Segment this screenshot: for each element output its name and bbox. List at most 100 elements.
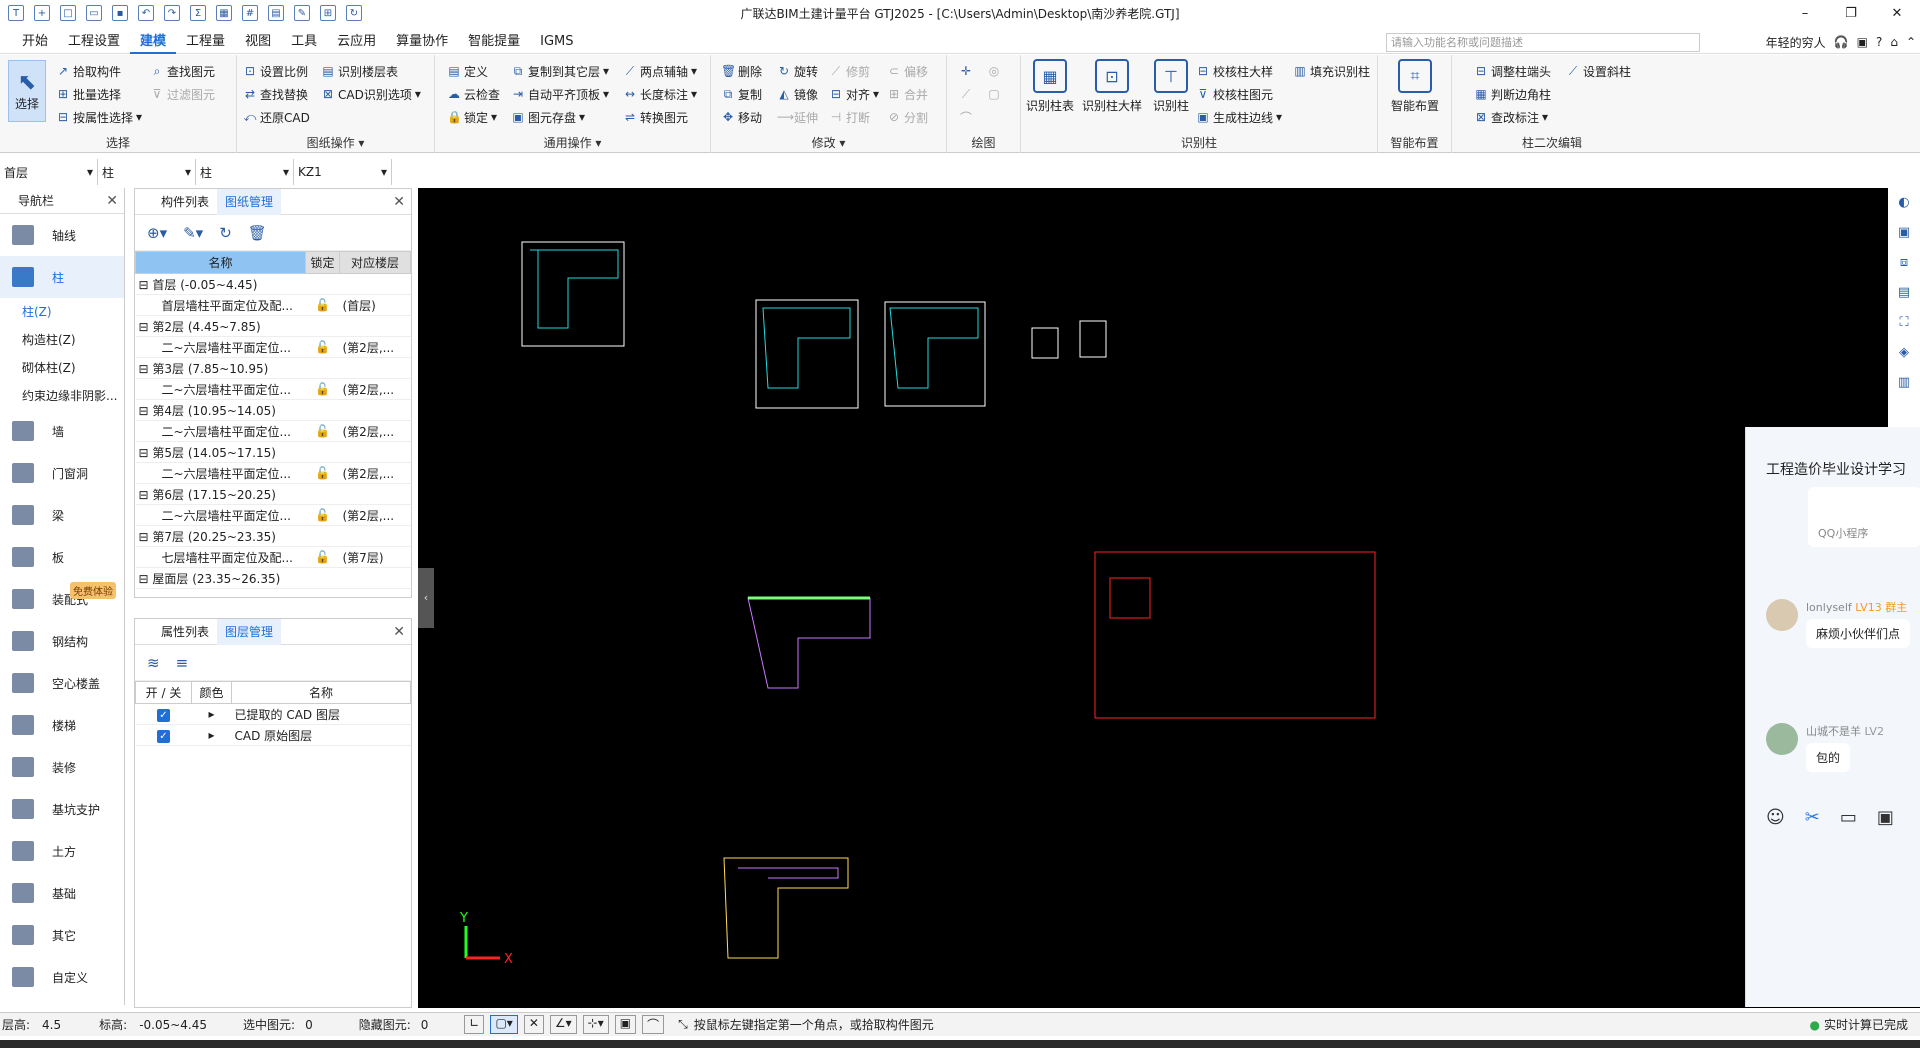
layer-view-icon[interactable]: ◈	[1888, 338, 1920, 368]
nav-item-column[interactable]: 柱	[0, 256, 124, 298]
rect-draw-button[interactable]: ▢	[987, 84, 1001, 104]
drawing-row[interactable]: 二~六层墙柱平面定位... 🔓 (第2层,...	[135, 378, 411, 400]
category-select[interactable]: 柱 ▾	[98, 159, 196, 185]
scissors-icon[interactable]: ✂	[1805, 807, 1820, 828]
close-icon[interactable]: ✕	[106, 193, 118, 209]
recognize-floor-table-button[interactable]: ▤ 识别楼层表	[321, 61, 398, 81]
pick-mode-icon[interactable]: ▣	[614, 1015, 637, 1034]
drawing-row[interactable]: 二~六层墙柱平面定位... 🔓 (第2层,...	[135, 462, 411, 484]
two-point-axis-button[interactable]: ⟋ 两点辅轴 ▾	[623, 61, 697, 81]
save-element-button[interactable]: ▣ 图元存盘 ▾	[511, 107, 585, 127]
select-by-attr-button[interactable]: ⊟ 按属性选择 ▾	[56, 107, 142, 127]
image-icon[interactable]: ▣	[1877, 807, 1894, 828]
menu-smart-extract[interactable]: 智能提量	[458, 30, 530, 54]
redo-icon[interactable]: ↷	[164, 5, 180, 21]
tab-component-list[interactable]: 构件列表	[153, 189, 217, 215]
checkbox-checked-icon[interactable]: ✓	[157, 729, 170, 743]
arc-mode-icon[interactable]: ⌒	[642, 1015, 665, 1034]
nav-item-hollow-floor[interactable]: 空心楼盖	[0, 662, 124, 704]
trim-button[interactable]: ⟋ 修剪	[829, 61, 870, 81]
find-element-button[interactable]: ⌕ 查找图元	[150, 61, 215, 81]
unlock-icon[interactable]: 🔓	[305, 294, 340, 316]
offset-button[interactable]: ⊂ 偏移	[887, 61, 928, 81]
orbit-icon[interactable]: ◐	[1888, 188, 1920, 218]
menu-cloud[interactable]: 云应用	[327, 30, 386, 54]
new-icon[interactable]: +	[34, 5, 50, 21]
floor-group-row[interactable]: ⊟ 第3层 (7.85~10.95)	[135, 357, 411, 379]
report-icon[interactable]: ▦	[216, 5, 232, 21]
menu-project-settings[interactable]: 工程设置	[58, 30, 130, 54]
snap-icon[interactable]: ⊹▾	[582, 1015, 609, 1034]
rect-select-icon[interactable]: ▢▾	[490, 1015, 518, 1034]
unlock-icon[interactable]: 🔓	[305, 378, 340, 400]
app-logo-icon[interactable]: T	[8, 5, 24, 21]
nav-item-prefab[interactable]: 装配式 免费体验	[0, 578, 124, 620]
drawing-row[interactable]: 七层墙柱平面定位及配... 🔓 (第7层)	[135, 546, 411, 568]
nav-item-door-window[interactable]: 门窗洞	[0, 452, 124, 494]
delete-drawing-icon[interactable]: 🗑	[248, 224, 267, 242]
nav-item-custom[interactable]: 自定义	[0, 956, 124, 998]
help-icon[interactable]: ?	[1876, 35, 1882, 49]
report-view-icon[interactable]: ▥	[1888, 368, 1920, 398]
rotate-button[interactable]: ↻ 旋转	[777, 61, 818, 81]
unlock-icon[interactable]: 🔓	[305, 504, 340, 526]
fill-recognize-button[interactable]: ▥ 填充识别柱	[1293, 61, 1370, 81]
menu-start[interactable]: 开始	[12, 30, 58, 54]
folder-icon[interactable]: ▭	[1840, 807, 1857, 828]
cube-icon[interactable]: ⧈	[1888, 248, 1920, 278]
floor-select[interactable]: 首层 ▾	[0, 159, 98, 185]
cad-canvas[interactable]: Y X ‹	[418, 188, 1920, 1008]
cad-options-button[interactable]: ⊠ CAD识别选项 ▾	[321, 84, 421, 104]
nav-item-foundation[interactable]: 基础	[0, 872, 124, 914]
extend-button[interactable]: ⟶ 延伸	[777, 107, 818, 127]
drawing-row[interactable]: 首层墙柱平面定位及配... 🔓 (首层)	[135, 294, 411, 316]
gen-column-edge-button[interactable]: ▣ 生成柱边线 ▾	[1196, 107, 1282, 127]
headset-icon[interactable]: 🎧	[1834, 35, 1849, 49]
set-slant-column-button[interactable]: ⟋ 设置斜柱	[1566, 61, 1631, 81]
arc-draw-button[interactable]: ⌒	[959, 107, 973, 127]
layer-hide-icon[interactable]: ≡	[176, 654, 189, 672]
mirror-button[interactable]: ◭ 镜像	[777, 84, 818, 104]
move-button[interactable]: ✥ 移动	[721, 107, 762, 127]
edit-drawing-icon[interactable]: ✎▾	[183, 224, 203, 242]
smart-layout-button[interactable]: ⌗ 智能布置	[1386, 59, 1444, 114]
file-icon[interactable]: □	[60, 5, 76, 21]
col-floor[interactable]: 对应楼层	[339, 251, 411, 274]
ruler-icon[interactable]: ⊞	[320, 5, 336, 21]
collapse-icon[interactable]: ⊟	[139, 278, 153, 292]
ortho-icon[interactable]: ∟	[464, 1015, 485, 1034]
layer-show-icon[interactable]: ≋	[147, 654, 160, 672]
type-select[interactable]: 柱 ▾	[196, 159, 294, 185]
nav-item-pit-support[interactable]: 基坑支护	[0, 788, 124, 830]
print-icon[interactable]: ▣	[1857, 35, 1868, 49]
close-icon[interactable]: ✕	[1874, 0, 1920, 26]
mini-program-card[interactable]: QQ小程序	[1808, 487, 1920, 547]
recognize-column-table-button[interactable]: ▦ 识别柱表	[1025, 59, 1075, 114]
tab-layer-management[interactable]: 图层管理	[217, 618, 282, 645]
undo-icon[interactable]: ↶	[138, 5, 154, 21]
shirt-icon[interactable]: ⌂	[1890, 35, 1898, 49]
close-icon[interactable]: ✕	[393, 624, 405, 640]
user-name[interactable]: 年轻的穷人	[1766, 34, 1826, 51]
tab-drawing-management[interactable]: 图纸管理	[217, 188, 282, 215]
nav-sub-construct-column[interactable]: 构造柱(Z)	[0, 326, 124, 354]
convert-element-button[interactable]: ⇌ 转换图元	[623, 107, 688, 127]
nav-sub-column[interactable]: 柱(Z)	[0, 298, 124, 326]
floor-group-row[interactable]: ⊟ 首层 (-0.05~4.45)	[135, 273, 411, 295]
nav-item-decoration[interactable]: 装修	[0, 746, 124, 788]
recognize-column-detail-button[interactable]: ⊡ 识别柱大样	[1079, 59, 1145, 114]
panel-collapse-handle[interactable]: ‹	[418, 568, 434, 628]
nav-item-earthwork[interactable]: 土方	[0, 830, 124, 872]
rotate-point-button[interactable]: ◎	[987, 61, 1001, 81]
nav-item-beam[interactable]: 梁	[0, 494, 124, 536]
save-icon[interactable]: ▪	[112, 5, 128, 21]
unlock-icon[interactable]: 🔓	[305, 462, 340, 484]
cloud-check-button[interactable]: ☁ 云检查	[447, 84, 500, 104]
drawing-row[interactable]: 二~六层墙柱平面定位... 🔓 (第2层,...	[135, 504, 411, 526]
tab-property-list[interactable]: 属性列表	[153, 619, 217, 645]
split-button[interactable]: ⊘ 分割	[887, 107, 928, 127]
unlock-icon[interactable]: 🔓	[305, 420, 340, 442]
nav-item-axis[interactable]: 轴线	[0, 214, 124, 256]
drawing-row[interactable]: 二~六层墙柱平面定位... 🔓 (第2层,...	[135, 420, 411, 442]
nav-item-stairs[interactable]: 楼梯	[0, 704, 124, 746]
